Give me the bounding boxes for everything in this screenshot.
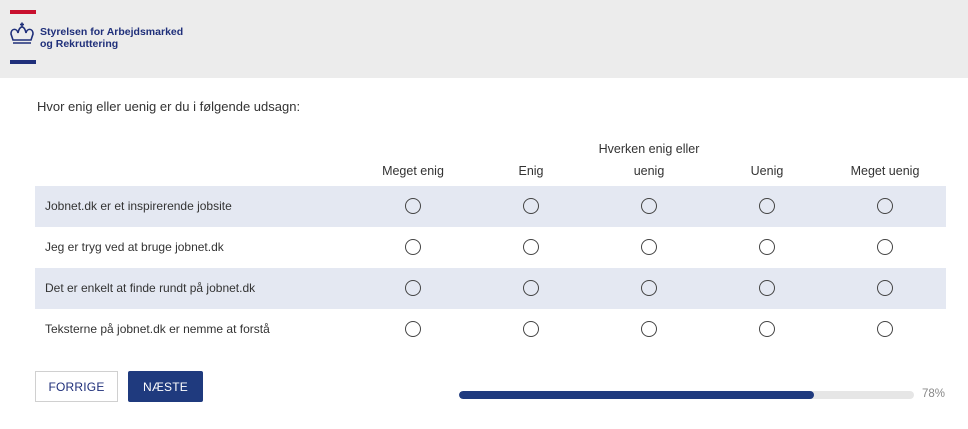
column-header-line2: Meget uenig xyxy=(850,164,920,178)
brand-stripe-red xyxy=(10,10,36,14)
radio-meget-enig[interactable] xyxy=(405,280,421,296)
statement-row: Det er enkelt at finde rundt på jobnet.d… xyxy=(35,268,946,309)
statement-label: Teksterne på jobnet.dk er nemme at forst… xyxy=(45,322,270,336)
radio-meget-enig[interactable] xyxy=(405,239,421,255)
column-header-line2: Enig xyxy=(518,164,544,178)
column-header-line1: Hverken enig eller xyxy=(598,142,700,156)
column-header-line1 xyxy=(826,138,944,160)
progress-bar-fill xyxy=(459,391,814,399)
radio-meget-uenig[interactable] xyxy=(877,198,893,214)
radio-enig[interactable] xyxy=(523,198,539,214)
radio-uenig[interactable] xyxy=(759,280,775,296)
radio-hverken[interactable] xyxy=(641,280,657,296)
statement-label: Jeg er tryg ved at bruge jobnet.dk xyxy=(45,240,224,254)
statement-row: Jeg er tryg ved at bruge jobnet.dk xyxy=(35,227,946,268)
column-header-line1 xyxy=(472,138,590,160)
statement-row: Jobnet.dk er et inspirerende jobsite xyxy=(35,186,946,227)
survey-question: Hvor enig eller uenig er du i følgende u… xyxy=(37,99,301,114)
column-header-line2: Uenig xyxy=(750,164,784,178)
statement-label: Det er enkelt at finde rundt på jobnet.d… xyxy=(45,281,256,295)
radio-uenig[interactable] xyxy=(759,321,775,337)
statement-rows: Jobnet.dk er et inspirerende jobsite Jeg… xyxy=(35,186,946,350)
radio-hverken[interactable] xyxy=(641,198,657,214)
radio-hverken[interactable] xyxy=(641,321,657,337)
radio-meget-enig[interactable] xyxy=(405,198,421,214)
progress-percent: 78% xyxy=(922,388,946,400)
crown-icon xyxy=(10,22,34,44)
radio-enig[interactable] xyxy=(523,321,539,337)
column-header-meget-enig: Meget enig xyxy=(354,138,472,182)
radio-meget-uenig[interactable] xyxy=(877,239,893,255)
brand-stripe-blue xyxy=(10,60,36,64)
site-header: Styrelsen for Arbejdsmarked og Rekrutter… xyxy=(0,0,968,78)
previous-button[interactable]: FORRIGE xyxy=(35,371,118,402)
scale-header: Meget enig Enig Hverken enig eller uenig… xyxy=(35,138,946,186)
org-name: Styrelsen for Arbejdsmarked og Rekrutter… xyxy=(40,26,183,50)
radio-uenig[interactable] xyxy=(759,198,775,214)
radio-uenig[interactable] xyxy=(759,239,775,255)
column-header-uenig: Uenig xyxy=(708,138,826,182)
next-button[interactable]: NÆSTE xyxy=(128,371,203,402)
column-header-meget-uenig: Meget uenig xyxy=(826,138,944,182)
column-header-enig: Enig xyxy=(472,138,590,182)
column-header-line1 xyxy=(354,138,472,160)
statement-row: Teksterne på jobnet.dk er nemme at forst… xyxy=(35,309,946,350)
radio-meget-uenig[interactable] xyxy=(877,280,893,296)
column-header-line2: Meget enig xyxy=(382,164,444,178)
org-name-line1: Styrelsen for Arbejdsmarked xyxy=(40,26,184,38)
column-header-hverken: Hverken enig eller uenig xyxy=(590,138,708,182)
column-header-line2: uenig xyxy=(633,164,665,178)
statement-label: Jobnet.dk er et inspirerende jobsite xyxy=(45,199,232,213)
radio-meget-uenig[interactable] xyxy=(877,321,893,337)
progress-bar xyxy=(459,391,914,399)
column-header-line1 xyxy=(708,138,826,160)
radio-enig[interactable] xyxy=(523,239,539,255)
org-name-line2: og Rekruttering xyxy=(40,38,119,50)
radio-meget-enig[interactable] xyxy=(405,321,421,337)
radio-hverken[interactable] xyxy=(641,239,657,255)
radio-enig[interactable] xyxy=(523,280,539,296)
